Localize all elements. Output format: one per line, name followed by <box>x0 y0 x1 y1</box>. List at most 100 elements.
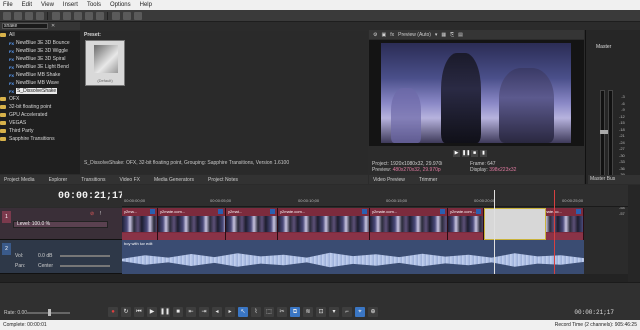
video-preview[interactable] <box>369 40 584 146</box>
rate-slider-knob[interactable] <box>48 309 51 316</box>
loop-icon[interactable]: ↻ <box>121 307 131 317</box>
tab-project-media[interactable]: Project Media <box>4 177 35 183</box>
master-bus-tab[interactable]: Master Bus <box>588 175 640 184</box>
pan-slider[interactable] <box>60 265 110 267</box>
menu-edit[interactable]: Edit <box>22 2 32 8</box>
tree-item[interactable]: 32-bit floating point <box>0 103 80 111</box>
pause-icon[interactable]: ❚❚ <box>160 307 170 317</box>
clip-fx-icon[interactable] <box>362 209 367 214</box>
master-fader[interactable] <box>600 130 608 134</box>
save-icon[interactable] <box>25 11 33 20</box>
chevron-down-icon[interactable]: ▾ <box>435 32 438 38</box>
clip-fx-icon[interactable] <box>270 209 275 214</box>
play-icon[interactable]: ▶ <box>147 307 157 317</box>
menu-options[interactable]: Options <box>110 2 131 8</box>
video-clip[interactable]: y2mate.com... <box>278 208 370 240</box>
tab-video-preview[interactable]: Video Preview <box>373 177 405 183</box>
record-icon[interactable]: ● <box>108 307 118 317</box>
tab-media-generators[interactable]: Media Generators <box>154 177 194 183</box>
zoom-icon[interactable]: ⊕ <box>368 307 378 317</box>
stop-icon[interactable]: ■ <box>471 150 478 157</box>
clip-fx-icon[interactable] <box>440 209 445 214</box>
tab-transitions[interactable]: Transitions <box>81 177 105 183</box>
go-to-end-icon[interactable]: ⇥ <box>199 307 209 317</box>
level-slider[interactable]: Level: 100.0 % <box>13 221 108 228</box>
tree-item[interactable]: GPU Accelerated <box>0 111 80 119</box>
tree-item[interactable]: FX NewBlue MB Shake <box>0 71 80 79</box>
split-screen-icon[interactable]: ▣ <box>381 32 386 38</box>
tab-trimmer[interactable]: Trimmer <box>419 177 437 183</box>
delete-icon[interactable] <box>96 11 104 20</box>
menu-tools[interactable]: Tools <box>87 2 101 8</box>
menu-insert[interactable]: Insert <box>63 2 78 8</box>
solo-icon[interactable]: ! <box>100 211 101 217</box>
vol-value[interactable]: 0.0 dB <box>38 253 52 259</box>
search-input[interactable] <box>2 23 48 29</box>
play-icon[interactable]: ▶ <box>453 150 460 157</box>
tree-item[interactable]: OFX <box>0 95 80 103</box>
go-to-start-icon[interactable]: ⇤ <box>186 307 196 317</box>
clip-fx-icon[interactable] <box>576 209 581 214</box>
menu-help[interactable]: Help <box>140 2 152 8</box>
tab-video-fx[interactable]: Video FX <box>119 177 139 183</box>
copy-icon[interactable] <box>74 11 82 20</box>
cut-icon[interactable] <box>63 11 71 20</box>
overlays-icon[interactable]: ▦ <box>441 32 446 38</box>
tree-item[interactable]: Sapphire Transitions <box>0 135 80 143</box>
redo-icon[interactable] <box>123 11 131 20</box>
video-clip[interactable]: y2mate.com... <box>158 208 226 240</box>
video-clip[interactable]: y2mat... <box>226 208 278 240</box>
preset-thumbnail[interactable]: (Default) <box>85 40 125 86</box>
envelope-tool-icon[interactable]: ⌇ <box>251 307 261 317</box>
split-icon[interactable]: ✂ <box>277 307 287 317</box>
tree-item[interactable]: FX NewBlue MB Wave <box>0 79 80 87</box>
marker-icon[interactable]: ▾ <box>329 307 339 317</box>
tree-item[interactable]: FX NewBlue 3E 3D Spiral <box>0 55 80 63</box>
snap-icon[interactable]: ⌖ <box>355 307 365 317</box>
timeline-ruler[interactable]: 00:00:00;00 00:00:05;00 00:00:10;00 00:0… <box>122 185 628 207</box>
clip-fx-icon[interactable] <box>218 209 223 214</box>
auto-ripple-icon[interactable]: ≋ <box>303 307 313 317</box>
copy-snapshot-icon[interactable]: ⎘ <box>450 32 454 38</box>
timeline-scrollbar[interactable] <box>628 185 640 282</box>
tree-item[interactable]: VEGAS <box>0 119 80 127</box>
video-clip[interactable]: y2mate.com... <box>370 208 448 240</box>
lock-icon[interactable]: ⊡ <box>316 307 326 317</box>
loop-end-marker[interactable] <box>554 190 555 282</box>
settings-icon[interactable] <box>52 11 60 20</box>
snap-icon[interactable] <box>134 11 142 20</box>
save-snapshot-icon[interactable]: ▤ <box>458 32 463 38</box>
clip-fx-icon[interactable] <box>476 209 481 214</box>
playhead-cursor[interactable] <box>494 190 495 282</box>
tree-item[interactable]: FX NewBlue 3E 3D Wiggle <box>0 47 80 55</box>
region-icon[interactable]: ⌐ <box>342 307 352 317</box>
pan-value[interactable]: Center <box>38 263 53 269</box>
preview-quality-dropdown[interactable]: Preview (Auto) <box>398 32 431 38</box>
menu-file[interactable]: File <box>3 2 13 8</box>
selection-tool-icon[interactable]: ⬚ <box>264 307 274 317</box>
tab-project-notes[interactable]: Project Notes <box>208 177 238 183</box>
tree-item[interactable]: FX NewBlue 3E 3D Bounce <box>0 39 80 47</box>
video-track[interactable]: y2mate.co...y2mate.co...y2mate.com -...y… <box>122 208 584 240</box>
next-frame-icon[interactable]: ▸ <box>225 307 235 317</box>
ignore-grouping-icon[interactable]: ⧉ <box>290 307 300 317</box>
volume-slider[interactable] <box>60 255 110 257</box>
clear-search-icon[interactable]: ✕ <box>51 23 55 29</box>
pause-icon[interactable]: ❚❚ <box>462 150 470 157</box>
normal-edit-tool-icon[interactable]: ↖ <box>238 307 248 317</box>
audio-track[interactable]: boy with luv edit <box>122 240 584 274</box>
open-icon[interactable] <box>14 11 22 20</box>
fx-icon[interactable]: fx <box>390 32 394 38</box>
play-from-start-icon[interactable]: ⏮ <box>134 307 144 317</box>
new-project-icon[interactable] <box>3 11 11 20</box>
tree-item-selected[interactable]: FX S_DissolveShake <box>0 87 80 95</box>
gear-icon[interactable]: ⚙ <box>373 32 377 38</box>
undo-icon[interactable] <box>112 11 120 20</box>
menu-view[interactable]: View <box>41 2 54 8</box>
tree-item[interactable]: All <box>0 31 80 39</box>
clip-fx-icon[interactable] <box>150 209 155 214</box>
video-clip[interactable]: y2ma... <box>122 208 158 240</box>
render-icon[interactable] <box>36 11 44 20</box>
tree-item[interactable]: FX NewBlue 3E Light Bend <box>0 63 80 71</box>
tree-item[interactable]: Third Party <box>0 127 80 135</box>
